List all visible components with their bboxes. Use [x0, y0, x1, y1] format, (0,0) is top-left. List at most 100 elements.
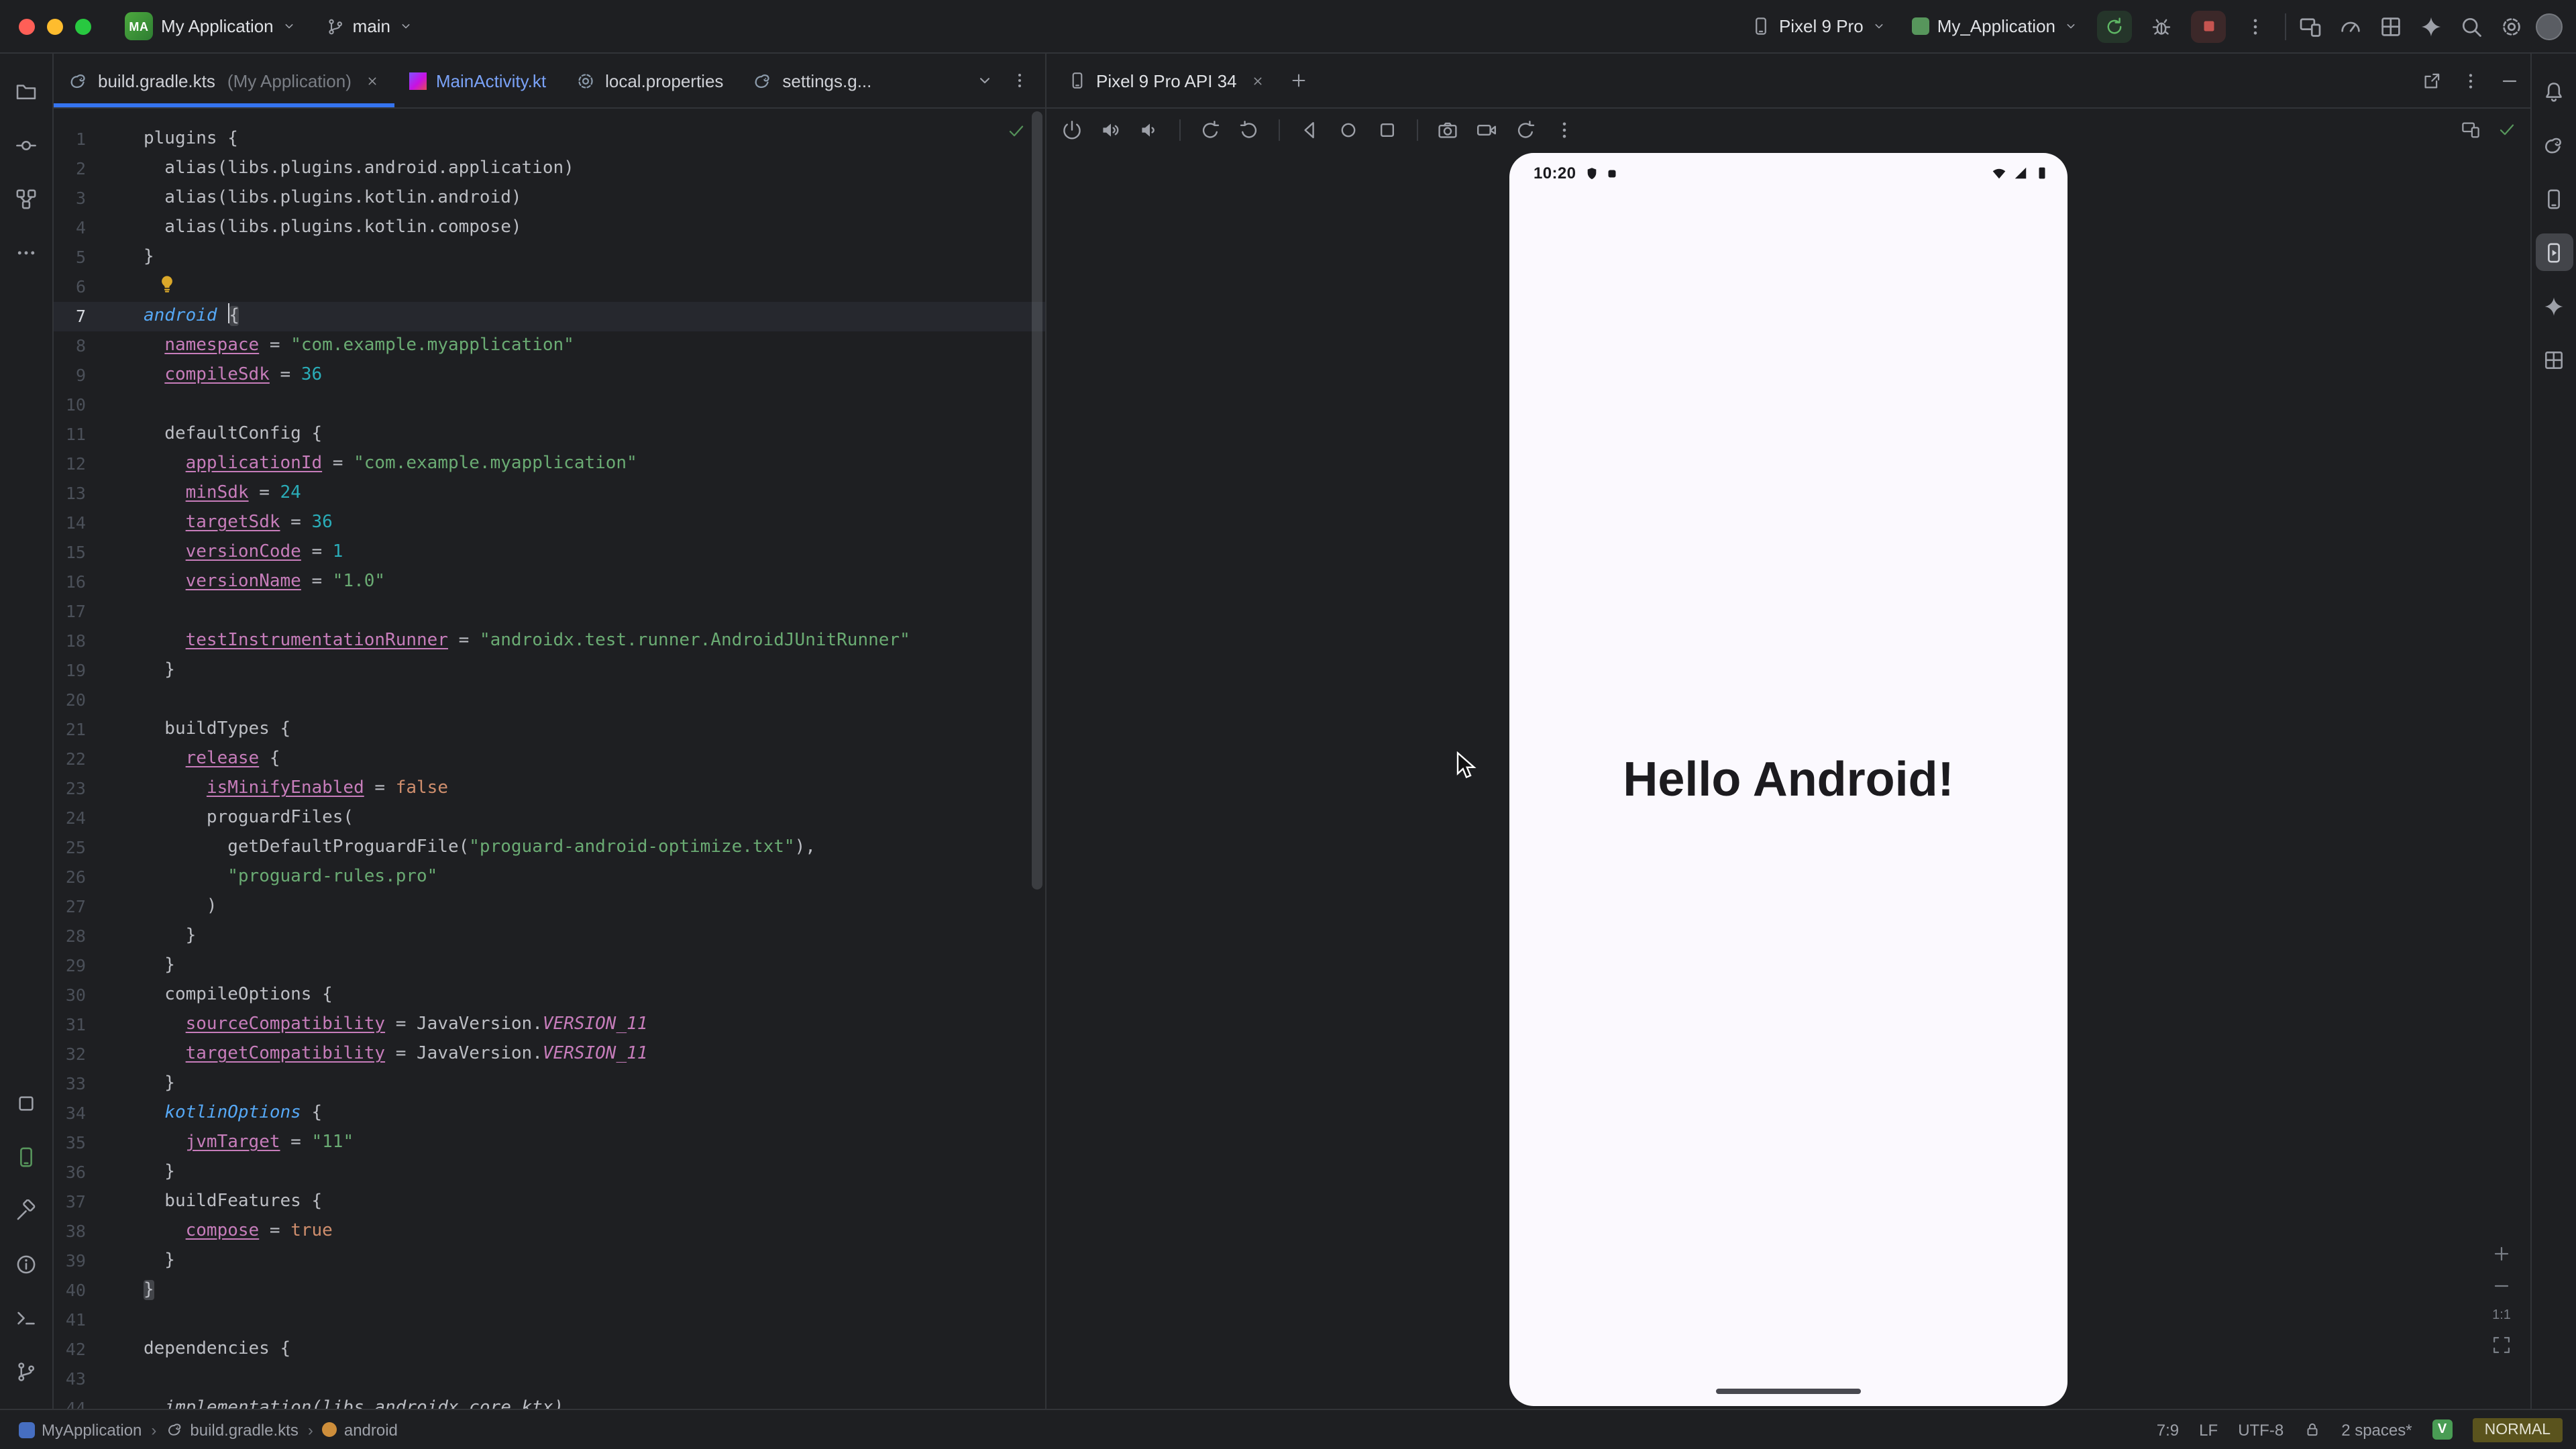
hide-panel-icon[interactable]: [2500, 70, 2520, 91]
search-everywhere-icon[interactable]: [2459, 14, 2483, 38]
emulator-screen[interactable]: 10:20 Hello Android!: [1509, 153, 2068, 1406]
code-line[interactable]: 24 proguardFiles(: [54, 804, 1045, 833]
encoding-widget[interactable]: UTF-8: [2238, 1420, 2284, 1439]
code-line[interactable]: 28 }: [54, 922, 1045, 951]
code-line[interactable]: 34 kotlinOptions {: [54, 1099, 1045, 1128]
notifications-icon[interactable]: [2535, 72, 2573, 110]
code-line[interactable]: 18 testInstrumentationRunner = "androidx…: [54, 627, 1045, 656]
code-line[interactable]: 37 buildFeatures {: [54, 1187, 1045, 1217]
gemini-tool-icon[interactable]: [2535, 287, 2573, 325]
zoom-to-fit-button[interactable]: [2491, 1335, 2512, 1355]
project-selector[interactable]: MA My Application: [115, 7, 306, 46]
line-number[interactable]: 25: [54, 833, 86, 863]
project-tool-icon[interactable]: [7, 72, 45, 110]
tab-mainactivity-kt[interactable]: MainActivity.kt: [394, 54, 561, 107]
problems-icon[interactable]: [7, 1245, 45, 1283]
code-line[interactable]: 39 }: [54, 1246, 1045, 1276]
profiler-icon[interactable]: [2339, 14, 2363, 38]
account-avatar[interactable]: [2536, 13, 2563, 40]
code-line[interactable]: 33 }: [54, 1069, 1045, 1099]
indent-widget[interactable]: 2 spaces*: [2341, 1420, 2412, 1439]
zoom-in-button[interactable]: [2491, 1244, 2512, 1264]
line-number[interactable]: 11: [54, 420, 86, 449]
code-line[interactable]: 8 namespace = "com.example.myapplication…: [54, 331, 1045, 361]
rotate-right-icon[interactable]: [1237, 117, 1261, 142]
code-line[interactable]: 26 "proguard-rules.pro": [54, 863, 1045, 892]
gesture-navigation-bar[interactable]: [1716, 1389, 1861, 1394]
more-actions-icon[interactable]: [1552, 117, 1576, 142]
line-number[interactable]: 10: [54, 390, 86, 420]
line-number[interactable]: 38: [54, 1217, 86, 1246]
layout-inspector-icon[interactable]: [2379, 14, 2403, 38]
rotate-left-icon[interactable]: [1198, 117, 1222, 142]
settings-icon[interactable]: [2500, 14, 2524, 38]
code-line[interactable]: 9 compileSdk = 36: [54, 361, 1045, 390]
gemini-icon[interactable]: [2419, 14, 2443, 38]
line-number[interactable]: 28: [54, 922, 86, 951]
line-number[interactable]: 39: [54, 1246, 86, 1276]
code-line[interactable]: 16 versionName = "1.0": [54, 568, 1045, 597]
line-number[interactable]: 29: [54, 951, 86, 981]
line-number[interactable]: 34: [54, 1099, 86, 1128]
code-line[interactable]: 29 }: [54, 951, 1045, 981]
line-number[interactable]: 23: [54, 774, 86, 804]
code-line[interactable]: 31 sourceCompatibility = JavaVersion.VER…: [54, 1010, 1045, 1040]
display-settings-icon[interactable]: [2461, 119, 2481, 140]
breadcrumb-project[interactable]: MyApplication: [19, 1420, 142, 1439]
code-line[interactable]: 10: [54, 390, 1045, 420]
editor-scrollbar[interactable]: [1032, 111, 1042, 890]
code-line[interactable]: 35 jvmTarget = "11": [54, 1128, 1045, 1158]
code-line[interactable]: 23 isMinifyEnabled = false: [54, 774, 1045, 804]
line-number[interactable]: 36: [54, 1158, 86, 1187]
line-number[interactable]: 4: [54, 213, 86, 243]
code-line[interactable]: 44 implementation(libs.androidx.core.ktx…: [54, 1394, 1045, 1409]
structure-tool-icon[interactable]: [7, 180, 45, 217]
inspections-status-icon[interactable]: [1006, 121, 1026, 141]
more-run-actions-button[interactable]: [2238, 10, 2273, 42]
code-line[interactable]: 40}: [54, 1276, 1045, 1305]
code-line[interactable]: 5}: [54, 243, 1045, 272]
device-selector[interactable]: Pixel 9 Pro: [1744, 12, 1893, 40]
line-number[interactable]: 3: [54, 184, 86, 213]
more-tool-windows-icon[interactable]: [7, 233, 45, 271]
code-line[interactable]: 27 ): [54, 892, 1045, 922]
device-tab[interactable]: Pixel 9 Pro API 34: [1063, 70, 1271, 91]
line-number[interactable]: 6: [54, 272, 86, 302]
screen-record-icon[interactable]: [1474, 117, 1499, 142]
code-line[interactable]: 17: [54, 597, 1045, 627]
breadcrumb-block[interactable]: android: [323, 1420, 398, 1439]
line-number[interactable]: 20: [54, 686, 86, 715]
build-icon[interactable]: [7, 1191, 45, 1229]
line-number[interactable]: 32: [54, 1040, 86, 1069]
zoom-window-button[interactable]: [75, 18, 91, 34]
line-number[interactable]: 35: [54, 1128, 86, 1158]
close-window-button[interactable]: [19, 18, 35, 34]
code-line[interactable]: 32 targetCompatibility = JavaVersion.VER…: [54, 1040, 1045, 1069]
line-number[interactable]: 7: [54, 302, 86, 331]
device-explorer-icon[interactable]: [7, 1084, 45, 1122]
debug-button[interactable]: [2144, 10, 2179, 42]
line-number[interactable]: 31: [54, 1010, 86, 1040]
power-button-icon[interactable]: [1060, 117, 1084, 142]
close-device-tab-icon[interactable]: [1250, 73, 1265, 88]
code-line[interactable]: 6: [54, 272, 1045, 302]
line-number[interactable]: 40: [54, 1276, 86, 1305]
screenshot-icon[interactable]: [1436, 117, 1460, 142]
volume-down-icon[interactable]: [1138, 117, 1162, 142]
code-line[interactable]: 42dependencies {: [54, 1335, 1045, 1364]
line-number[interactable]: 26: [54, 863, 86, 892]
zoom-ratio-label[interactable]: 1:1: [2492, 1308, 2511, 1323]
line-number[interactable]: 14: [54, 508, 86, 538]
tab-settings-gradle[interactable]: settings.g...: [738, 54, 886, 107]
code-line[interactable]: 41: [54, 1305, 1045, 1335]
terminal-icon[interactable]: [7, 1299, 45, 1336]
line-number[interactable]: 9: [54, 361, 86, 390]
code-line[interactable]: 1plugins {: [54, 125, 1045, 154]
code-line[interactable]: 2 alias(libs.plugins.android.application…: [54, 154, 1045, 184]
line-number[interactable]: 44: [54, 1394, 86, 1409]
line-number[interactable]: 24: [54, 804, 86, 833]
rerun-button[interactable]: [2097, 10, 2132, 42]
cursor-position-widget[interactable]: 7:9: [2157, 1420, 2179, 1439]
editor-options-icon[interactable]: [1010, 71, 1029, 90]
device-mirror-icon[interactable]: [2298, 14, 2322, 38]
